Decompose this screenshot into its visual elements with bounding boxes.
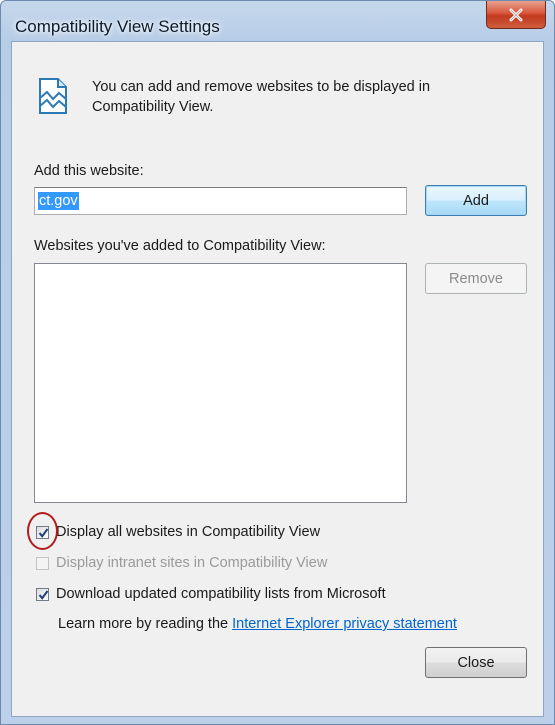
add-website-label: Add this website: xyxy=(34,163,144,179)
websites-list[interactable] xyxy=(34,263,407,503)
download-lists-label: Download updated compatibility lists fro… xyxy=(56,586,386,602)
remove-button[interactable]: Remove xyxy=(425,263,527,294)
add-website-input[interactable]: ct.gov xyxy=(34,187,407,215)
display-intranet-checkbox[interactable] xyxy=(36,556,49,570)
add-button[interactable]: Add xyxy=(425,185,527,216)
privacy-statement-link[interactable]: Internet Explorer privacy statement xyxy=(232,616,457,632)
dialog-window: Compatibility View Settings You can add … xyxy=(0,0,555,725)
download-lists-option[interactable]: Download updated compatibility lists fro… xyxy=(36,584,386,604)
window-close-button[interactable] xyxy=(486,1,546,29)
add-website-value: ct.gov xyxy=(38,192,79,210)
compatibility-view-icon xyxy=(36,76,72,116)
download-lists-checkbox[interactable] xyxy=(36,587,49,601)
display-intranet-label: Display intranet sites in Compatibility … xyxy=(56,555,328,571)
window-title: Compatibility View Settings xyxy=(15,17,220,36)
display-all-label: Display all websites in Compatibility Vi… xyxy=(56,524,321,540)
display-intranet-option[interactable]: Display intranet sites in Compatibility … xyxy=(36,553,327,573)
privacy-statement-line: Learn more by reading the Internet Explo… xyxy=(58,616,457,632)
info-description: You can add and remove websites to be di… xyxy=(92,79,431,115)
close-x-icon xyxy=(508,8,524,22)
websites-list-label: Websites you've added to Compatibility V… xyxy=(34,238,326,254)
display-all-checkbox[interactable] xyxy=(36,525,49,539)
display-all-option[interactable]: Display all websites in Compatibility Vi… xyxy=(36,522,320,542)
privacy-prefix: Learn more by reading the xyxy=(58,616,229,632)
dialog-content: You can add and remove websites to be di… xyxy=(11,41,544,717)
close-button[interactable]: Close xyxy=(425,647,527,678)
